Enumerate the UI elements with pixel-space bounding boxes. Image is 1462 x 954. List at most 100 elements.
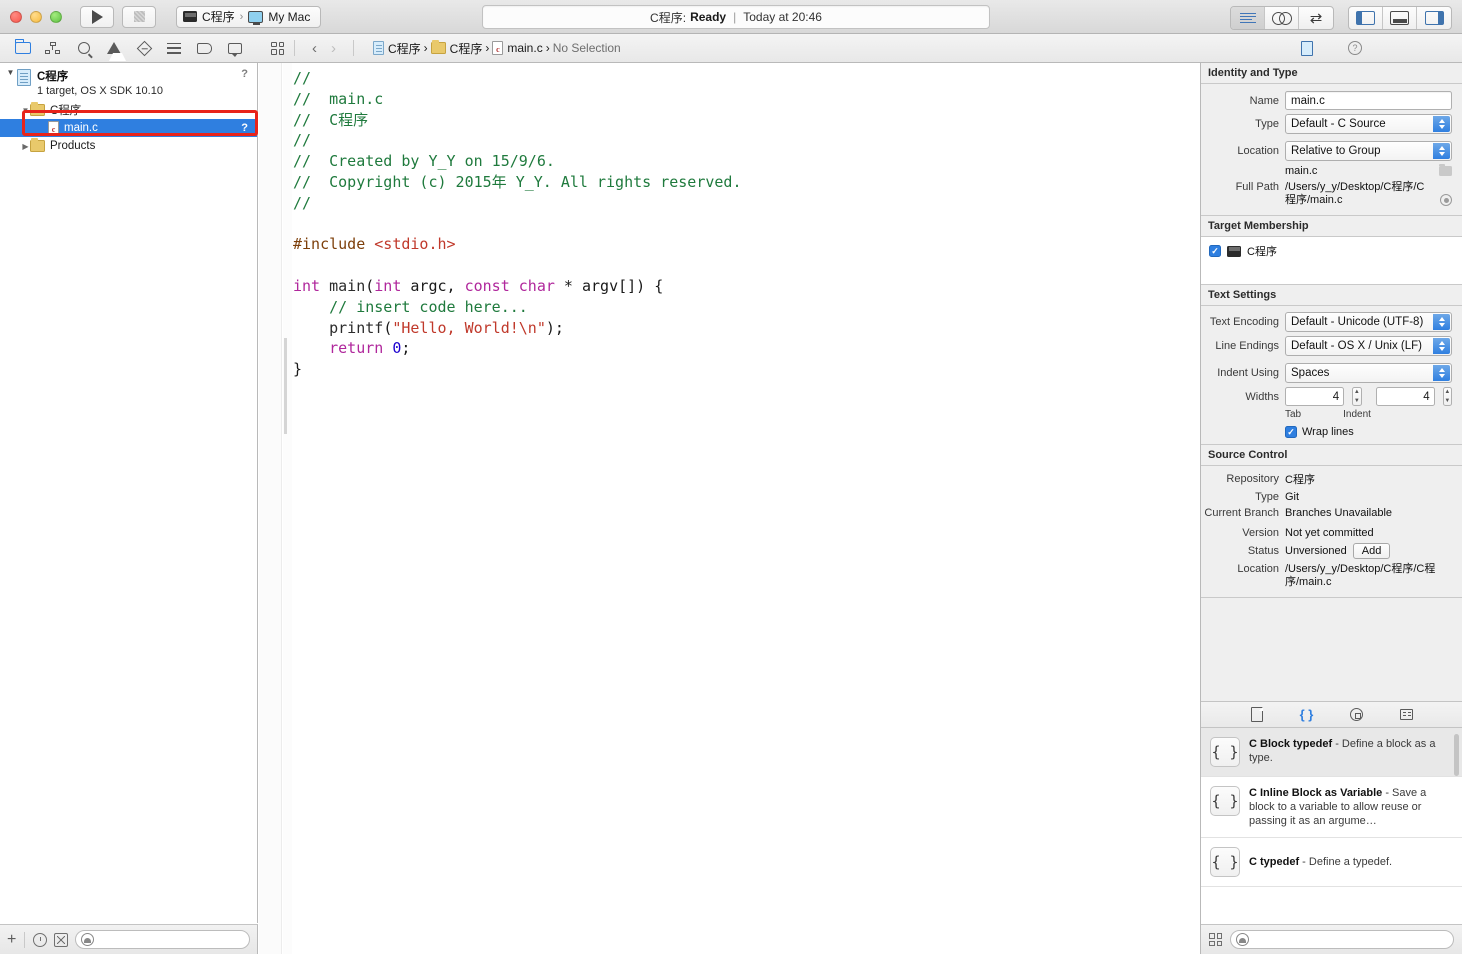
vcs-status-row: Status Unversioned Add [1201, 541, 1462, 561]
branch-value: Branches Unavailable [1285, 507, 1393, 519]
status-state-label: Ready [690, 10, 727, 24]
name-row: Name main.c [1201, 89, 1462, 112]
breadcrumb-selection[interactable]: No Selection [550, 41, 624, 55]
minimize-button[interactable] [30, 10, 42, 23]
recent-files-icon[interactable] [33, 932, 48, 947]
indent-using-select[interactable]: Spaces [1285, 363, 1452, 383]
project-root-row[interactable]: ▼ C程序 1 target, OS X SDK 10.10 ? [0, 63, 257, 101]
type-select[interactable]: Default - C Source [1285, 114, 1452, 134]
zoom-button[interactable] [50, 10, 62, 23]
code-snippet-library-tab[interactable]: { } [1297, 706, 1317, 724]
branch-label: Current Branch [1204, 507, 1279, 519]
diamond-icon [136, 40, 152, 56]
sidebar-item-report[interactable] [224, 38, 246, 58]
line-endings-select[interactable]: Default - OS X / Unix (LF) [1285, 336, 1452, 356]
toggle-debug-button[interactable] [1383, 7, 1417, 29]
choose-folder-icon[interactable] [1439, 163, 1452, 176]
run-button[interactable] [80, 5, 114, 28]
disclosure-triangle-icon[interactable]: ▼ [6, 68, 15, 77]
target-membership-row[interactable]: C程序 [1209, 243, 1462, 259]
location-file-value: main.c [1285, 165, 1318, 177]
add-to-source-control-button[interactable]: Add [1352, 543, 1391, 559]
quick-help-tab[interactable]: ? [1345, 39, 1365, 57]
target-checkbox[interactable] [1209, 245, 1221, 257]
wrap-lines-row[interactable]: Wrap lines [1201, 426, 1462, 438]
back-button[interactable]: ‹ [305, 40, 324, 57]
stop-icon [133, 11, 145, 22]
file-inspector-tab[interactable] [1297, 39, 1317, 57]
tab-width-stepper[interactable]: ▲ ▼ [1352, 387, 1362, 406]
breadcrumb-group[interactable]: C程序 [428, 40, 486, 57]
window-controls [10, 10, 62, 23]
group-row-cprogram[interactable]: ▼ C程序 [0, 101, 257, 119]
list-item[interactable]: { } C Inline Block as Variable - Save a … [1201, 777, 1462, 838]
snippet-scrollbar[interactable] [1454, 734, 1459, 776]
type-label: Type [1255, 118, 1279, 130]
full-path-row: Full Path /Users/y_y/Desktop/C程序/C程序/mai… [1201, 179, 1462, 209]
disclosure-triangle-icon[interactable]: ▶ [21, 142, 30, 151]
breadcrumb-project[interactable]: C程序 [370, 40, 424, 57]
text-encoding-row: Text Encoding Default - Unicode (UTF-8) [1201, 310, 1462, 334]
group-row-products[interactable]: ▶ Products [0, 137, 257, 155]
sidebar-item-test[interactable] [133, 38, 155, 58]
indent-width-stepper[interactable]: ▲ ▼ [1442, 387, 1452, 406]
vcs-location-row: Location /Users/y_y/Desktop/C程序/C程序/main… [1201, 561, 1462, 591]
related-items-icon[interactable] [271, 41, 284, 55]
object-library-tab[interactable] [1347, 706, 1367, 724]
list-item[interactable]: { } C Block typedef - Define a block as … [1201, 728, 1462, 777]
toggle-utilities-button[interactable] [1417, 7, 1451, 29]
standard-editor-button[interactable] [1231, 7, 1265, 29]
location-select[interactable]: Relative to Group [1285, 141, 1452, 161]
sidebar-item-issue[interactable] [103, 38, 127, 61]
scheme-target-label: C程序 [202, 10, 235, 24]
name-input[interactable]: main.c [1285, 91, 1452, 110]
add-button[interactable]: + [7, 931, 16, 948]
code-folding-ribbon[interactable] [283, 63, 292, 954]
play-icon [91, 9, 103, 24]
close-button[interactable] [10, 10, 22, 23]
source-editor[interactable]: // // main.c // C程序 // // Created by Y_Y… [259, 63, 1200, 954]
code-text[interactable]: // // main.c // C程序 // // Created by Y_Y… [293, 68, 1200, 954]
text-encoding-select[interactable]: Default - Unicode (UTF-8) [1285, 312, 1452, 332]
file-template-library-tab[interactable] [1247, 706, 1267, 724]
project-navigator[interactable]: ▼ C程序 1 target, OS X SDK 10.10 ? ▼ C程序 c… [0, 63, 258, 923]
filter-icon [1236, 933, 1249, 946]
file-name-label: main.c [64, 122, 98, 134]
panel-toggle-segment [1348, 6, 1452, 30]
sidebar-item-symbol[interactable] [42, 38, 64, 58]
sidebar-item-breakpoint[interactable] [194, 38, 216, 58]
navigator-filter-input[interactable] [75, 930, 250, 949]
snippet-list[interactable]: { } C Block typedef - Define a block as … [1201, 728, 1462, 924]
secondary-toolbar: ‹ › C程序 › C程序 › c main.c › No Selection … [0, 34, 1462, 63]
disclosure-triangle-icon[interactable]: ▼ [21, 106, 30, 115]
snippet-title: C Block typedef [1249, 738, 1333, 750]
sidebar-item-debug[interactable] [163, 38, 185, 58]
media-library-tab[interactable] [1397, 706, 1417, 724]
wrap-lines-checkbox[interactable] [1285, 426, 1297, 438]
library-filter-input[interactable] [1230, 930, 1454, 949]
list-item[interactable]: { } C typedef - Define a typedef. [1201, 838, 1462, 887]
project-badge[interactable]: ? [241, 68, 248, 80]
assistant-editor-button[interactable] [1265, 7, 1299, 29]
status-bar: C程序: Ready | Today at 20:46 [482, 5, 990, 29]
editor-gutter[interactable] [259, 63, 282, 954]
sidebar-item-find[interactable] [73, 38, 95, 58]
version-editor-button[interactable]: ⇄ [1299, 7, 1333, 29]
toggle-navigator-button[interactable] [1349, 7, 1383, 29]
identity-and-type-heading: Identity and Type [1201, 63, 1462, 84]
stop-button[interactable] [122, 5, 156, 28]
source-control-filter-icon[interactable] [54, 932, 69, 947]
question-mark-icon: ? [1348, 41, 1362, 55]
line-endings-row: Line Endings Default - OS X / Unix (LF) [1201, 334, 1462, 358]
forward-button[interactable]: › [324, 40, 343, 57]
grid-view-icon[interactable] [1209, 933, 1222, 946]
tab-width-input[interactable]: 4 [1285, 387, 1345, 406]
indent-width-input[interactable]: 4 [1375, 387, 1435, 406]
reveal-in-finder-icon[interactable] [1440, 194, 1452, 206]
scheme-selector[interactable]: C程序 › My Mac [176, 5, 322, 28]
sidebar-item-project[interactable] [12, 38, 34, 58]
file-badge[interactable]: ? [241, 122, 248, 134]
file-row-main-c[interactable]: c main.c ? [0, 119, 257, 137]
divider [294, 40, 295, 56]
breadcrumb-file[interactable]: c main.c [489, 41, 545, 55]
